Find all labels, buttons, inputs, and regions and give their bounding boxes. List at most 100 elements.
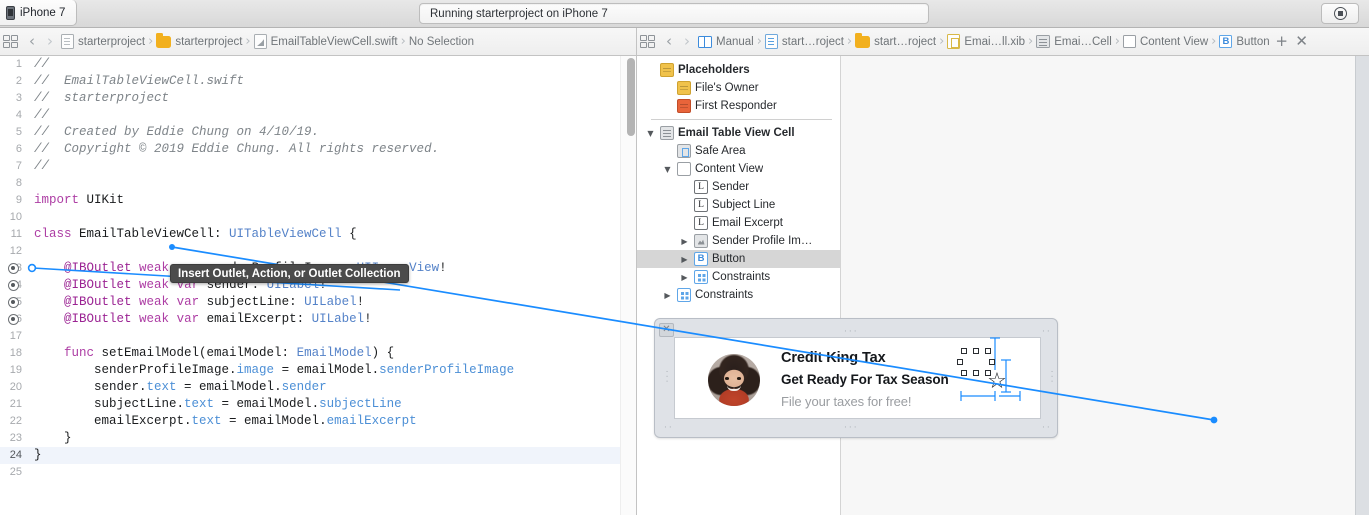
breadcrumb-label: start…roject <box>781 35 844 48</box>
code-line[interactable]: 25 <box>0 464 636 481</box>
editor-vertical-scrollbar[interactable] <box>627 58 635 136</box>
outline-row-file-s-owner[interactable]: ▶ File's Owner <box>637 79 840 97</box>
sender-label[interactable]: Credit King Tax <box>781 350 886 366</box>
close-assistant-editor-button[interactable]: ✕ <box>1292 34 1312 49</box>
code-line[interactable]: 1 // <box>0 56 636 73</box>
navigate-back-button[interactable]: ‹ <box>23 34 41 49</box>
outline-row-button[interactable]: ▶ B Button <box>637 250 840 268</box>
breadcrumb-project[interactable]: start…roject <box>763 34 846 49</box>
code-line[interactable]: 18 func setEmailModel(emailModel: EmailM… <box>0 345 636 362</box>
navigate-back-button[interactable]: ‹ <box>660 34 678 49</box>
outline-row-email-excerpt[interactable]: ▶ L Email Excerpt <box>637 214 840 232</box>
outline-row-constraints[interactable]: ▶ Constraints <box>637 286 840 304</box>
outlet-connection-indicator[interactable] <box>8 263 19 274</box>
selection-handle[interactable] <box>961 348 967 354</box>
breadcrumb-content-view[interactable]: Content View <box>1121 35 1210 48</box>
outlet-connection-indicator[interactable] <box>8 297 19 308</box>
code-line[interactable]: 15 @IBOutlet weak var subjectLine: UILab… <box>0 294 636 311</box>
stop-button[interactable] <box>1321 3 1359 24</box>
outline-row-safe-area[interactable]: ▶ Safe Area <box>637 142 840 160</box>
outline-row-sender[interactable]: ▶ L Sender <box>637 178 840 196</box>
email-excerpt-label[interactable]: File your taxes for free! <box>781 394 912 409</box>
chevron-right-icon[interactable]: ▶ <box>662 291 673 300</box>
navigate-forward-button[interactable]: › <box>678 34 696 49</box>
selection-handle[interactable] <box>985 370 991 376</box>
outline-row-label: Constraints <box>695 289 754 301</box>
outline-row-content-view[interactable]: ▼ Content View <box>637 160 840 178</box>
outline-row-sender-profile-im[interactable]: ▶ Sender Profile Im… <box>637 232 840 250</box>
code-line[interactable]: 16 @IBOutlet weak var emailExcerpt: UILa… <box>0 311 636 328</box>
code-line[interactable]: 22 emailExcerpt.text = emailModel.emailE… <box>0 413 636 430</box>
breadcrumb-label: start…roject <box>874 35 937 48</box>
selection-handle[interactable] <box>957 359 963 365</box>
outline-row-email-table-view-cell[interactable]: ▼ Email Table View Cell <box>637 124 840 142</box>
selection-handle[interactable] <box>973 348 979 354</box>
outline-row-first-responder[interactable]: ▶ First Responder <box>637 97 840 115</box>
navigate-forward-button[interactable]: › <box>41 34 59 49</box>
project-doc-icon <box>764 34 778 49</box>
breadcrumb-group[interactable]: starterproject <box>154 32 244 48</box>
subject-line-label[interactable]: Get Ready For Tax Season <box>781 372 949 387</box>
breadcrumb-button[interactable]: B Button <box>1217 35 1271 48</box>
twisty-spacer: ▶ <box>662 84 673 93</box>
code-line[interactable]: 3 // starterproject <box>0 90 636 107</box>
code-line[interactable]: 4 // <box>0 107 636 124</box>
code-line[interactable]: 23 } <box>0 430 636 447</box>
code-line[interactable]: 17 <box>0 328 636 345</box>
scheme-destination-tab[interactable]: iPhone 7 <box>0 0 78 26</box>
outlet-connection-indicator[interactable] <box>8 280 19 291</box>
line-number: 22 <box>9 415 22 427</box>
breadcrumb-xib[interactable]: Emai…ll.xib <box>945 34 1027 49</box>
code-text: // <box>34 57 50 71</box>
code-line[interactable]: 8 <box>0 175 636 192</box>
outline-row-constraints[interactable]: ▶ Constraints <box>637 268 840 286</box>
related-items-icon[interactable] <box>3 35 18 48</box>
code-line[interactable]: 24} <box>0 447 636 464</box>
sender-profile-image-view[interactable] <box>708 354 760 406</box>
selection-handle[interactable] <box>989 359 995 365</box>
cell-scene[interactable]: ✕ ··· ··· ··· ··· ·· ·· ·· Credit King T… <box>654 318 1058 438</box>
chevron-down-icon[interactable]: ▼ <box>662 165 673 174</box>
code-line[interactable]: 11 class EmailTableViewCell: UITableViewC… <box>0 226 636 243</box>
related-items-icon[interactable] <box>640 35 655 48</box>
breadcrumb-file[interactable]: EmailTableViewCell.swift <box>252 34 400 49</box>
selection-handle[interactable] <box>961 370 967 376</box>
avatar <box>708 354 760 406</box>
breadcrumb-label: Manual <box>716 35 754 48</box>
chevron-right-icon[interactable]: ▶ <box>679 273 690 282</box>
code-line[interactable]: 6 // Copyright © 2019 Eddie Chung. All ri… <box>0 141 636 158</box>
source-code-editor[interactable]: 1 // 2 // EmailTableViewCell.swift 3 // start… <box>0 56 636 515</box>
breadcrumb-assistant-mode[interactable]: Manual <box>696 35 756 48</box>
breadcrumb-separator: › <box>148 34 154 49</box>
outline-row-subject-line[interactable]: ▶ L Subject Line <box>637 196 840 214</box>
code-line[interactable]: 9 import UIKit <box>0 192 636 209</box>
code-line[interactable]: 19 senderProfileImage.image = emailModel… <box>0 362 636 379</box>
breadcrumb-cell[interactable]: Emai…Cell <box>1034 35 1114 48</box>
breadcrumb-selection[interactable]: No Selection <box>407 36 476 48</box>
code-line[interactable]: 20 sender.text = emailModel.sender <box>0 379 636 396</box>
outline-divider <box>651 119 832 120</box>
code-line[interactable]: 7 // <box>0 158 636 175</box>
breadcrumb-separator: › <box>1211 34 1217 49</box>
outline-row-placeholders[interactable]: ▶ Placeholders <box>637 61 840 79</box>
code-lines-container[interactable]: 1 // 2 // EmailTableViewCell.swift 3 // start… <box>0 56 636 515</box>
selection-handle[interactable] <box>985 348 991 354</box>
selection-handle[interactable] <box>973 370 979 376</box>
add-assistant-editor-button[interactable]: + <box>1272 34 1292 49</box>
breadcrumb-group[interactable]: start…roject <box>853 32 938 48</box>
breadcrumb-project[interactable]: starterproject <box>59 34 147 49</box>
close-icon[interactable]: ✕ <box>659 323 674 337</box>
chevron-right-icon[interactable]: ▶ <box>679 237 690 246</box>
code-line[interactable]: 10 <box>0 209 636 226</box>
code-line[interactable]: 2 // EmailTableViewCell.swift <box>0 73 636 90</box>
chevron-down-icon[interactable]: ▼ <box>645 129 656 138</box>
document-outline[interactable]: ▶ Placeholders ▶ File's Owner ▶ First Respond… <box>637 56 841 515</box>
interface-builder-canvas[interactable] <box>841 56 1369 515</box>
outlet-connection-indicator[interactable] <box>8 314 19 325</box>
code-line[interactable]: 21 subjectLine.text = emailModel.subject… <box>0 396 636 413</box>
outline-row-label: First Responder <box>695 100 777 112</box>
code-line[interactable]: 12 <box>0 243 636 260</box>
chevron-right-icon[interactable]: ▶ <box>679 255 690 264</box>
code-line[interactable]: 5 // Created by Eddie Chung on 4/10/19. <box>0 124 636 141</box>
